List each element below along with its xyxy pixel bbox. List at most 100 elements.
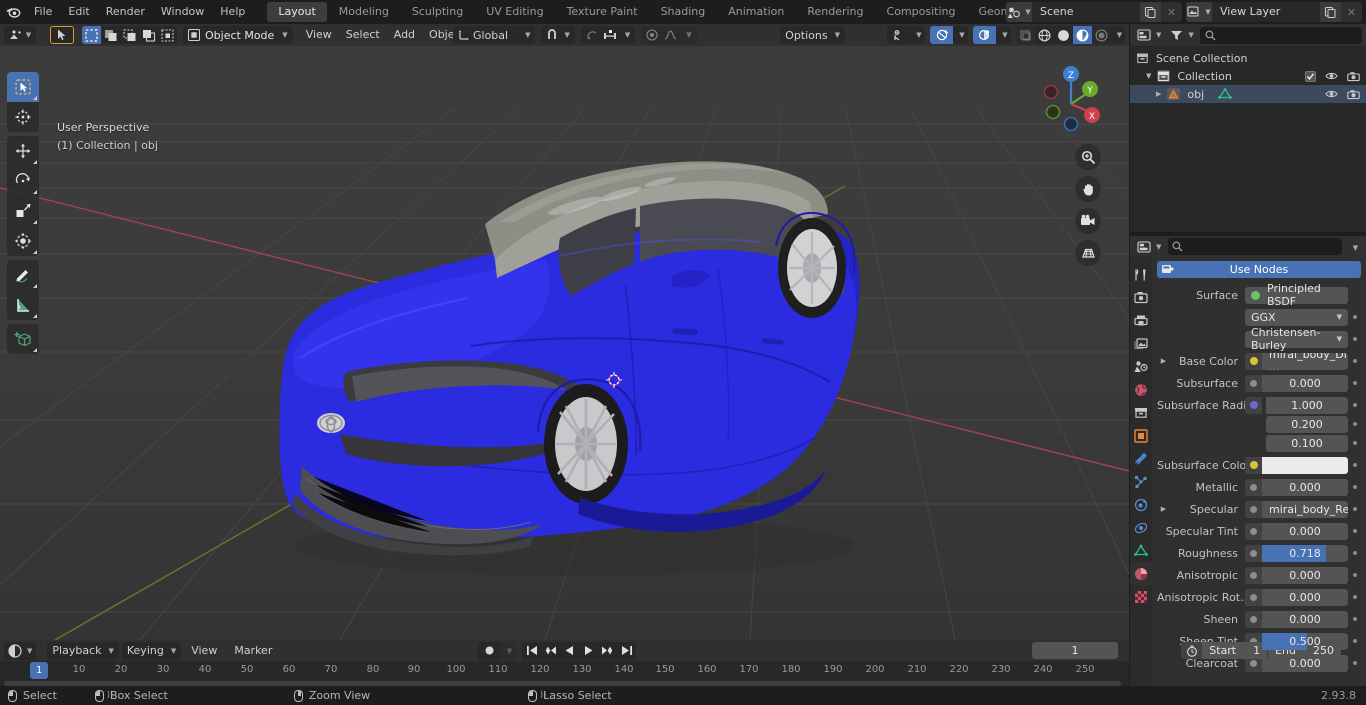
- editor-type-selector[interactable]: ▼: [4, 26, 36, 44]
- scene-icon[interactable]: ▼: [1006, 2, 1032, 22]
- shading-solid-icon[interactable]: [1035, 26, 1054, 44]
- timeline-editor-type[interactable]: ▼: [4, 641, 37, 660]
- jump-to-next-keyframe-button[interactable]: [598, 641, 617, 660]
- properties-tab-view-layer[interactable]: [1130, 332, 1152, 355]
- snapping-selector[interactable]: ▼: [541, 26, 575, 44]
- zoom-view-icon[interactable]: [1075, 144, 1101, 170]
- decorator-icon[interactable]: [1348, 463, 1361, 467]
- show-overlays-icon[interactable]: [930, 26, 953, 44]
- decorator-icon[interactable]: [1348, 573, 1361, 577]
- scene-selector[interactable]: ▼ Scene ✕: [1006, 2, 1182, 22]
- tab-texture-paint[interactable]: Texture Paint: [556, 2, 649, 22]
- outliner-search-input[interactable]: [1199, 26, 1362, 44]
- prop-value-subsurface[interactable]: 0.000: [1245, 374, 1348, 392]
- measure-tool[interactable]: [7, 290, 39, 320]
- prop-value-anisotropic-rotation[interactable]: 0.000: [1245, 588, 1348, 606]
- auto-keying-icon[interactable]: [478, 641, 500, 660]
- prop-value-subsurface-radius[interactable]: 1.000: [1245, 396, 1348, 414]
- prop-value-roughness[interactable]: 0.718: [1245, 544, 1348, 562]
- decorator-icon[interactable]: [1348, 359, 1361, 363]
- play-button[interactable]: [579, 641, 598, 660]
- eye-icon[interactable]: [1325, 89, 1338, 99]
- auto-keying-options-chevron-icon[interactable]: ▼: [500, 641, 516, 660]
- collection-disclosure-icon[interactable]: ▼: [1146, 72, 1151, 80]
- active-tool-cursor-select[interactable]: [50, 26, 74, 44]
- rotate-tool[interactable]: [7, 166, 39, 196]
- prop-value-specular[interactable]: mirai_body_Reflect...: [1245, 500, 1348, 518]
- decorator-icon[interactable]: [1348, 529, 1361, 533]
- timeline-menu-marker[interactable]: Marker: [227, 642, 279, 660]
- remove-view-layer-icon[interactable]: ✕: [1341, 2, 1362, 22]
- move-tool[interactable]: [7, 136, 39, 166]
- decorator-icon[interactable]: [1348, 661, 1361, 665]
- overlay-options-chevron-icon[interactable]: ▼: [953, 26, 968, 44]
- properties-tab-texture[interactable]: [1130, 585, 1152, 608]
- camera-icon[interactable]: [1347, 89, 1360, 100]
- properties-tab-modifiers[interactable]: [1130, 447, 1152, 470]
- cursor-tool[interactable]: [7, 102, 39, 132]
- interaction-mode-selector[interactable]: Object Mode ▼: [183, 26, 293, 44]
- add-cube-tool[interactable]: [7, 324, 39, 354]
- use-preview-range-icon[interactable]: [1181, 642, 1203, 659]
- camera-icon[interactable]: [1347, 71, 1360, 82]
- properties-tab-particles[interactable]: [1130, 470, 1152, 493]
- viewport-menu-select[interactable]: Select: [339, 26, 387, 44]
- select-extend-icon[interactable]: [101, 26, 120, 44]
- select-intersect-icon[interactable]: [158, 26, 177, 44]
- eye-icon[interactable]: [1325, 71, 1338, 81]
- gizmo-options-chevron-icon[interactable]: ▼: [910, 26, 925, 44]
- blender-logo-icon[interactable]: [0, 0, 26, 24]
- menu-file[interactable]: File: [26, 0, 60, 24]
- decorator-icon[interactable]: [1348, 617, 1361, 621]
- decorator-icon[interactable]: [1348, 507, 1361, 511]
- mesh-data-icon[interactable]: [1218, 88, 1233, 100]
- transform-tool[interactable]: [7, 226, 39, 256]
- jump-to-start-button[interactable]: [522, 641, 541, 660]
- timeline-playhead[interactable]: 1: [30, 662, 49, 679]
- checkbox-icon[interactable]: [1305, 70, 1316, 82]
- tab-uv-editing[interactable]: UV Editing: [475, 2, 554, 22]
- shading-options-chevron-icon[interactable]: ▼: [1111, 26, 1125, 44]
- decorator-icon[interactable]: [1348, 639, 1361, 643]
- camera-view-icon[interactable]: [1075, 208, 1101, 234]
- menu-window[interactable]: Window: [153, 0, 212, 24]
- viewport-menu-view[interactable]: View: [299, 26, 339, 44]
- new-view-layer-icon[interactable]: [1320, 2, 1341, 22]
- current-frame-field[interactable]: 1: [1032, 642, 1118, 659]
- properties-tab-collection[interactable]: [1130, 401, 1152, 424]
- view-axis-gizmo[interactable]: Z Y X: [1033, 58, 1107, 132]
- shading-wireframe-icon[interactable]: [1016, 26, 1035, 44]
- properties-browse-selector[interactable]: ▼: [1134, 240, 1164, 253]
- scale-tool[interactable]: [7, 196, 39, 226]
- properties-tab-render[interactable]: [1130, 286, 1152, 309]
- transform-orientation-selector[interactable]: Global ▼: [453, 26, 536, 44]
- editor-type-icon[interactable]: ▼: [4, 26, 36, 44]
- prop-value-subsurface-color[interactable]: [1245, 456, 1348, 474]
- show-gizmo-icon[interactable]: [887, 26, 910, 44]
- new-scene-icon[interactable]: [1140, 2, 1161, 22]
- select-invert-icon[interactable]: [139, 26, 158, 44]
- outliner-row-obj[interactable]: ▶ obj: [1130, 85, 1366, 103]
- outliner-row-collection[interactable]: ▼ Collection: [1130, 67, 1366, 85]
- play-reverse-button[interactable]: [560, 641, 579, 660]
- prop-value-surface[interactable]: Principled BSDF: [1245, 282, 1348, 308]
- outliner-row-scene-collection[interactable]: Scene Collection: [1130, 49, 1366, 67]
- properties-tab-physics[interactable]: [1130, 493, 1152, 516]
- prop-value-subsurface-method[interactable]: Christensen-Burley ▼: [1245, 326, 1348, 352]
- decorator-icon[interactable]: [1348, 337, 1361, 341]
- base-color-expand-icon[interactable]: ▶: [1157, 357, 1170, 365]
- jump-to-end-button[interactable]: [617, 641, 636, 660]
- properties-tab-world[interactable]: [1130, 378, 1152, 401]
- properties-tab-scene[interactable]: [1130, 355, 1152, 378]
- toggle-perspective-icon[interactable]: [1075, 240, 1101, 266]
- xray-options-chevron-icon[interactable]: ▼: [996, 26, 1011, 44]
- 3d-viewport[interactable]: User Perspective (1) Collection | obj Z …: [0, 46, 1129, 640]
- menu-render[interactable]: Render: [98, 0, 153, 24]
- select-subtract-icon[interactable]: [120, 26, 139, 44]
- properties-options-chevron-icon[interactable]: ▼: [1346, 240, 1362, 253]
- tab-sculpting[interactable]: Sculpting: [401, 2, 474, 22]
- properties-tab-tool[interactable]: [1130, 263, 1152, 286]
- start-frame-field[interactable]: Start 1: [1202, 642, 1269, 659]
- shading-material-preview-icon[interactable]: [1054, 26, 1073, 44]
- prop-value-sheen[interactable]: 0.000: [1245, 610, 1348, 628]
